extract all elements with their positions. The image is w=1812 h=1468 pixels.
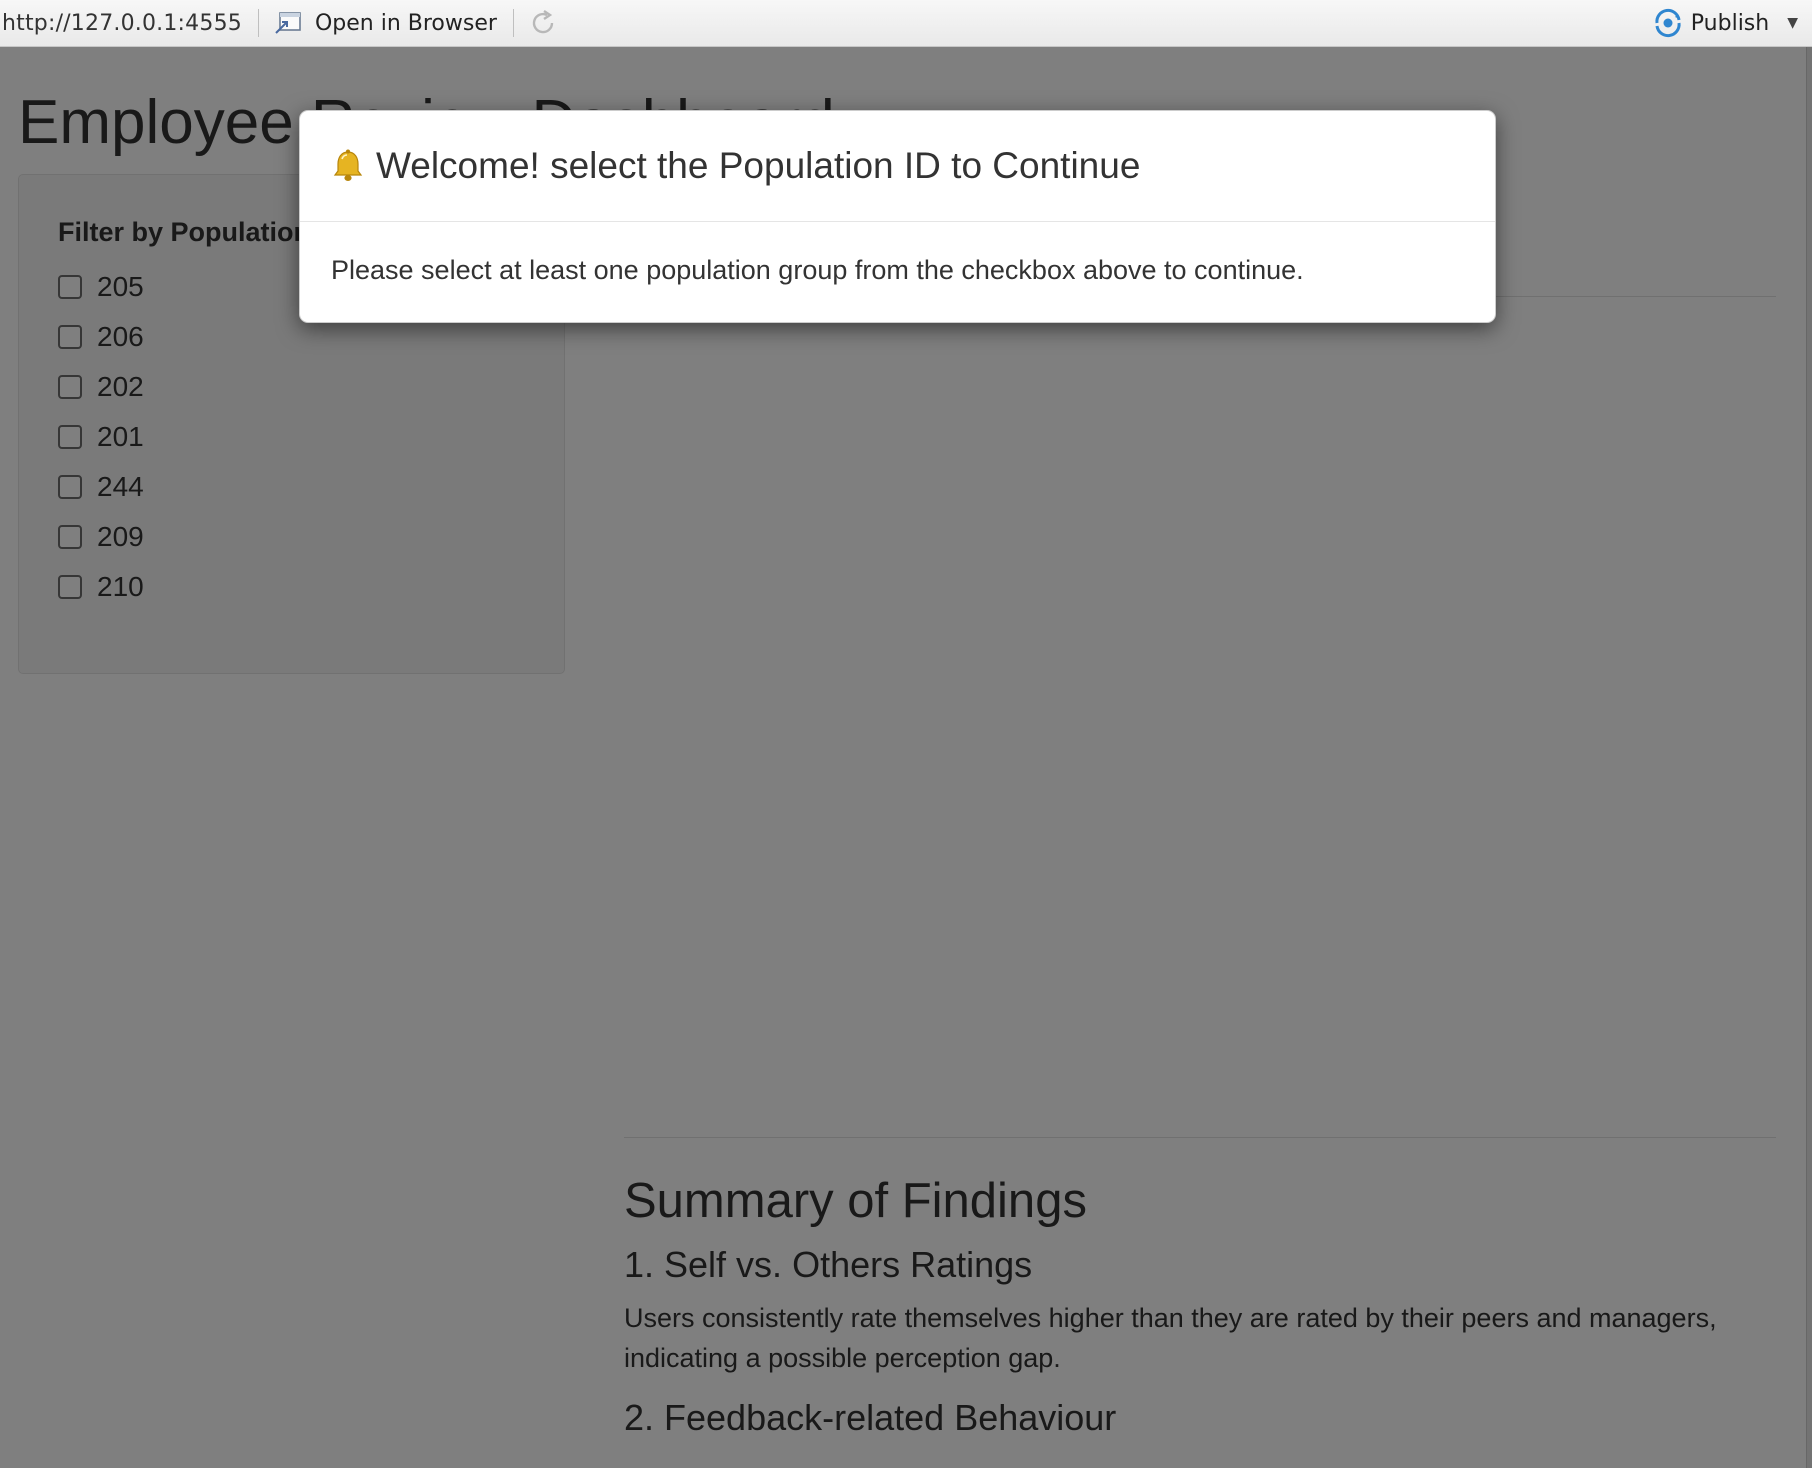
refresh-icon[interactable] — [528, 8, 558, 38]
modal-header: Welcome! select the Population ID to Con… — [300, 111, 1495, 222]
viewer-toolbar: http://127.0.0.1:4555 Open in Browser Pu… — [0, 0, 1812, 47]
toolbar-divider — [512, 9, 514, 37]
publish-button[interactable]: Publish ▼ — [1651, 8, 1802, 38]
chevron-down-icon[interactable]: ▼ — [1787, 15, 1798, 31]
open-in-browser-label: Open in Browser — [314, 10, 497, 36]
modal-body: Please select at least one population gr… — [331, 255, 1304, 285]
toolbar-divider — [257, 9, 259, 37]
publish-icon — [1655, 8, 1681, 38]
open-in-browser-button[interactable]: Open in Browser — [273, 10, 497, 36]
publish-label: Publish — [1690, 10, 1770, 36]
welcome-modal: Welcome! select the Population ID to Con… — [299, 110, 1496, 323]
bell-icon — [333, 149, 363, 181]
open-in-browser-icon — [275, 12, 301, 34]
url-label: http://127.0.0.1:4555 — [2, 10, 242, 36]
modal-title: Welcome! select the Population ID to Con… — [376, 145, 1141, 186]
